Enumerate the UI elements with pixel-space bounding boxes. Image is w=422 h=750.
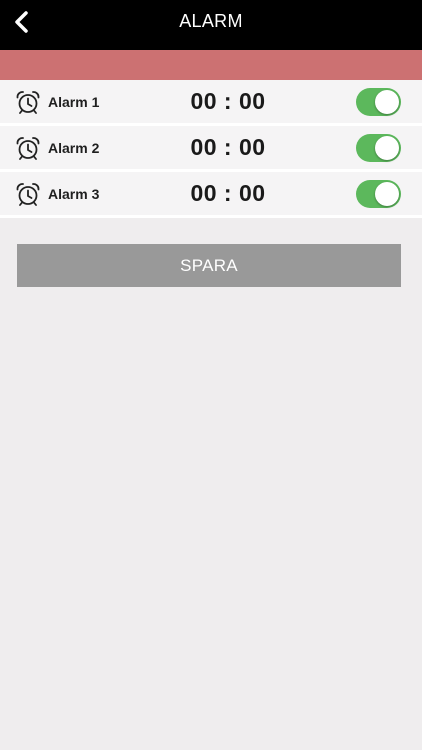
alarm-clock-icon: [15, 181, 41, 207]
toggle-knob: [375, 182, 399, 206]
page-title: ALARM: [179, 11, 243, 31]
alarm-list: Alarm 1 00 : 00 Alarm 2 00 : 00 Alarm 3 …: [0, 80, 422, 218]
app-header: ALARM: [0, 0, 422, 50]
alarm-toggle[interactable]: [356, 88, 401, 116]
alarm-label: Alarm 3: [48, 186, 100, 202]
alarm-toggle[interactable]: [356, 134, 401, 162]
toggle-knob: [375, 90, 399, 114]
alarm-row-1: Alarm 1 00 : 00: [0, 80, 422, 126]
alarm-clock-icon: [15, 89, 41, 115]
alarm-row-2: Alarm 2 00 : 00: [0, 126, 422, 172]
alarm-time-display[interactable]: 00 : 00: [168, 88, 288, 115]
alarm-time-display[interactable]: 00 : 00: [168, 180, 288, 207]
alarm-clock-icon: [15, 135, 41, 161]
alarm-row-3: Alarm 3 00 : 00: [0, 172, 422, 218]
alarm-time-display[interactable]: 00 : 00: [168, 134, 288, 161]
status-banner: [0, 50, 422, 80]
alarm-label: Alarm 1: [48, 94, 100, 110]
save-button[interactable]: SPARA: [17, 244, 401, 287]
alarm-label: Alarm 2: [48, 140, 100, 156]
alarm-toggle[interactable]: [356, 180, 401, 208]
toggle-knob: [375, 136, 399, 160]
